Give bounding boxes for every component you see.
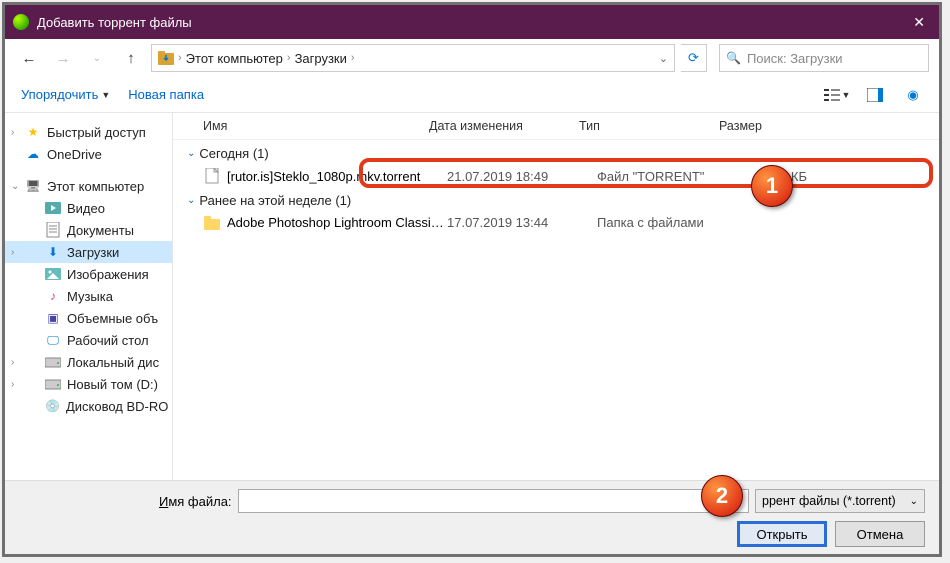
forward-button: → [49,44,77,72]
recent-dropdown[interactable]: ⌄ [83,44,111,72]
sidebar-item[interactable]: ⌄🖥Этот компьютер [5,175,172,197]
file-row[interactable]: Adobe Photoshop Lightroom Classic CC ...… [173,212,939,233]
downloads-folder-icon [158,51,174,65]
group-header[interactable]: ⌄Ранее на этой неделе (1) [173,187,939,212]
new-folder-button[interactable]: Новая папка [122,83,210,106]
help-button[interactable]: ◉ [897,83,929,107]
open-button[interactable]: Открыть [737,521,827,547]
sidebar-item[interactable]: ›★Быстрый доступ [5,121,172,143]
col-size[interactable]: Размер [719,119,799,133]
up-button[interactable]: ↑ [117,44,145,72]
preview-pane-button[interactable] [859,83,891,107]
chevron-down-icon: ▼ [101,90,110,100]
filename-label: Имя файла: [159,494,232,509]
close-icon[interactable]: ✕ [907,14,931,31]
breadcrumb-root[interactable]: Этот компьютер [186,51,283,66]
organize-button[interactable]: Упорядочить▼ [15,83,116,106]
filetype-dropdown[interactable]: ррент файлы (*.torrent) ⌄ [755,489,925,513]
annotation-badge-2: 2 [701,475,743,517]
view-mode-button[interactable]: ▼ [821,83,853,107]
nav-bar: ← → ⌄ ↑ › Этот компьютер › Загрузки › ⌄ … [5,39,939,77]
sidebar-item[interactable]: ♪Музыка [5,285,172,307]
bottom-bar: Имя файла: ррент файлы (*.torrent) ⌄ Отк… [5,480,939,554]
search-input[interactable]: Поиск: Загрузки [719,44,929,72]
sidebar-item[interactable]: ☁OneDrive [5,143,172,165]
sidebar-item[interactable]: 🖵Рабочий стол [5,329,172,351]
sidebar-item[interactable]: Документы [5,219,172,241]
back-button[interactable]: ← [15,44,43,72]
column-headers[interactable]: Имя Дата изменения Тип Размер [173,113,939,140]
sidebar-item[interactable]: Видео [5,197,172,219]
titlebar: Добавить торрент файлы ✕ [5,5,939,39]
col-type[interactable]: Тип [579,119,719,133]
search-placeholder: Поиск: Загрузки [747,51,843,66]
chevron-right-icon: › [287,52,291,64]
cancel-button[interactable]: Отмена [835,521,925,547]
col-name[interactable]: Имя [203,119,429,133]
sidebar-item[interactable]: Изображения [5,263,172,285]
sidebar-item[interactable]: ›Новый том (D:) [5,373,172,395]
chevron-right-icon: › [178,52,182,64]
app-icon [13,14,29,30]
file-list: Имя Дата изменения Тип Размер ⌄Сегодня (… [173,113,939,493]
chevron-right-icon: › [351,52,355,64]
sidebar-item[interactable]: ›⬇Загрузки [5,241,172,263]
chevron-down-icon: ⌄ [910,496,918,507]
sidebar: ›★Быстрый доступ☁OneDrive ⌄🖥Этот компьюте… [5,113,173,493]
breadcrumb-folder[interactable]: Загрузки [295,51,347,66]
refresh-button[interactable]: ⟳ [681,44,707,72]
toolbar: Упорядочить▼ Новая папка ▼ ◉ [5,77,939,113]
annotation-highlight-1 [359,158,933,188]
sidebar-item[interactable]: ▣Объемные объ [5,307,172,329]
col-date[interactable]: Дата изменения [429,119,579,133]
sidebar-item[interactable]: ›Локальный дис [5,351,172,373]
address-bar[interactable]: › Этот компьютер › Загрузки › ⌄ [151,44,675,72]
filename-input[interactable] [238,489,749,513]
window-title: Добавить торрент файлы [37,15,907,30]
annotation-badge-1: 1 [751,165,793,207]
address-dropdown-icon[interactable]: ⌄ [659,52,668,65]
sidebar-item[interactable]: 💿Дисковод BD-RО [5,395,172,417]
